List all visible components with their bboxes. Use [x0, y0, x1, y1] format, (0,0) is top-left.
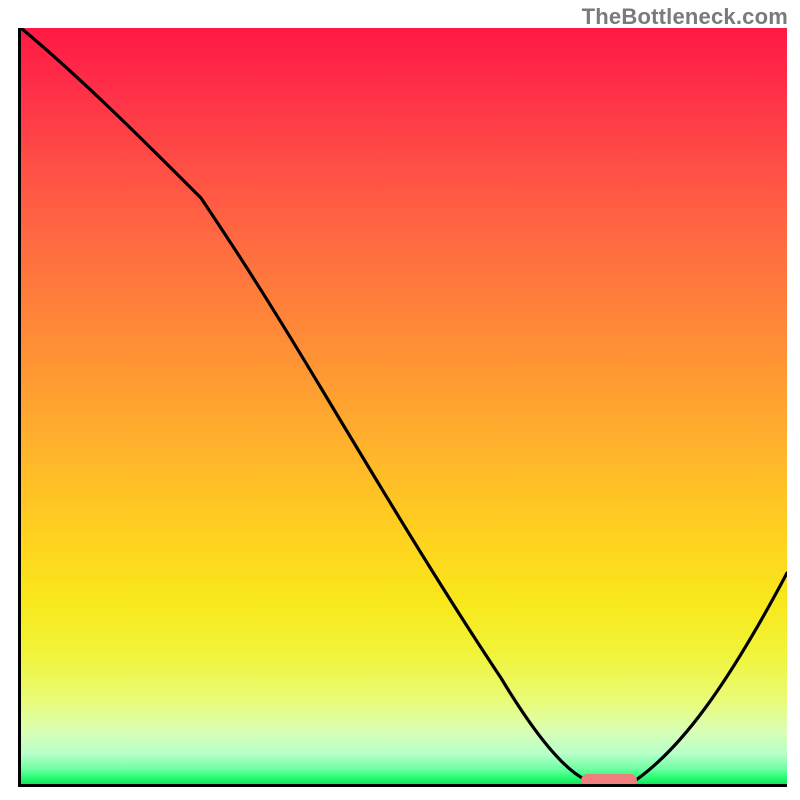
watermark-text: TheBottleneck.com — [582, 4, 788, 30]
plot-area — [18, 28, 787, 787]
bottleneck-curve — [21, 28, 787, 784]
curve-path — [21, 28, 787, 780]
chart-frame: TheBottleneck.com — [0, 0, 800, 800]
optimal-marker — [581, 774, 637, 784]
